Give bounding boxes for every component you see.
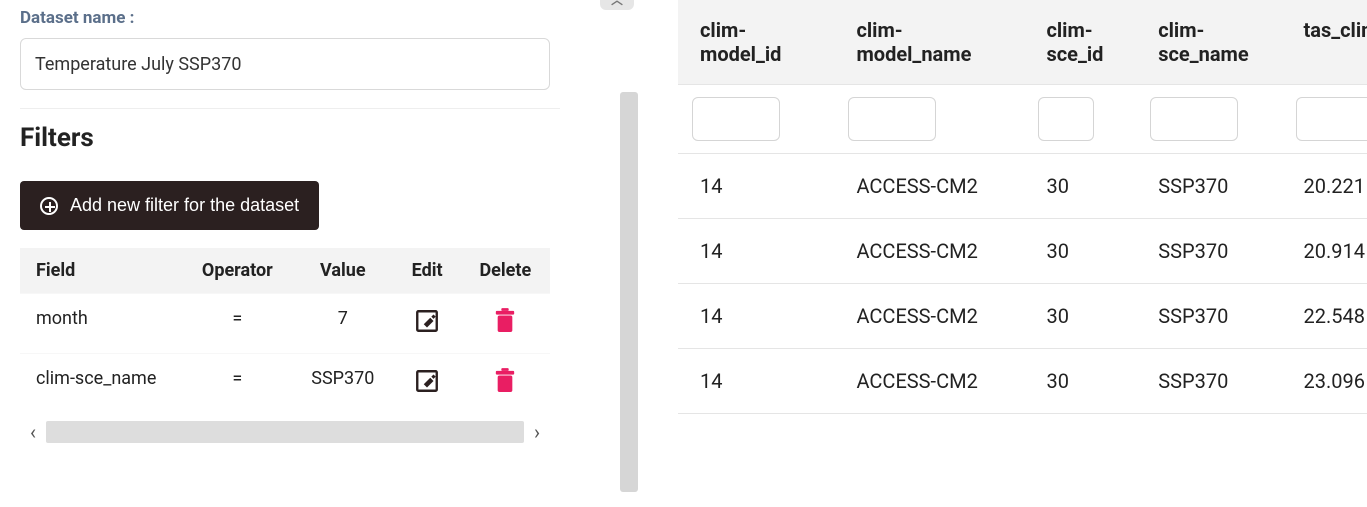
- trash-icon[interactable]: [494, 308, 516, 334]
- cell-clim-sce-name: SSP370: [1136, 219, 1281, 284]
- table-row: 14 ACCESS-CM2 30 SSP370 23.096: [678, 349, 1367, 414]
- filters-header-row: Field Operator Value Edit Delete: [20, 248, 550, 294]
- filter-row: clim-sce_name = SSP370: [20, 354, 550, 414]
- cell-clim-sce-name: SSP370: [1136, 349, 1281, 414]
- edit-icon[interactable]: [414, 308, 440, 334]
- col-clim-sce-name[interactable]: clim-sce_name: [1136, 0, 1281, 85]
- filter-operator: =: [183, 294, 293, 354]
- data-table: clim-model_id clim-model_name clim-sce_i…: [678, 0, 1367, 414]
- dataset-name-label: Dataset name :: [20, 8, 600, 28]
- filters-heading: Filters: [20, 123, 600, 153]
- cell-tas-climate: 20.221: [1282, 154, 1367, 219]
- panel-splitter[interactable]: [620, 0, 642, 507]
- column-filter-input[interactable]: [1150, 97, 1238, 141]
- cell-tas-climate: 23.096: [1282, 349, 1367, 414]
- edit-icon[interactable]: [414, 368, 440, 394]
- section-divider: [20, 108, 560, 109]
- filter-field: month: [20, 294, 183, 354]
- filter-row: month = 7: [20, 294, 550, 354]
- collapse-handle[interactable]: [600, 0, 634, 10]
- column-filter-input[interactable]: [1038, 97, 1094, 141]
- add-filter-button[interactable]: Add new filter for the dataset: [20, 181, 319, 230]
- table-row: 14 ACCESS-CM2 30 SSP370 20.221: [678, 154, 1367, 219]
- config-panel: Dataset name : Temperature July SSP370 F…: [0, 0, 620, 507]
- col-edit: Edit: [394, 248, 461, 294]
- filter-value: SSP370: [292, 354, 393, 414]
- col-delete: Delete: [461, 248, 550, 294]
- column-filter-input[interactable]: [848, 97, 936, 141]
- cell-clim-sce-name: SSP370: [1136, 284, 1281, 349]
- dataset-name-input[interactable]: Temperature July SSP370: [20, 38, 550, 90]
- cell-clim-sce-id: 30: [1024, 349, 1136, 414]
- scroll-left-icon[interactable]: ‹: [20, 420, 46, 444]
- table-row: 14 ACCESS-CM2 30 SSP370 20.914: [678, 219, 1367, 284]
- cell-clim-model-id: 14: [678, 219, 834, 284]
- filter-value: 7: [292, 294, 393, 354]
- col-clim-model-name[interactable]: clim-model_name: [834, 0, 1024, 85]
- chevron-up-down-icon: [608, 0, 626, 8]
- col-field: Field: [20, 248, 183, 294]
- scroll-track[interactable]: [46, 421, 524, 443]
- filter-operator: =: [183, 354, 293, 414]
- data-header-row: clim-model_id clim-model_name clim-sce_i…: [678, 0, 1367, 85]
- cell-clim-model-name: ACCESS-CM2: [834, 154, 1024, 219]
- cell-clim-sce-id: 30: [1024, 219, 1136, 284]
- filters-table: Field Operator Value Edit Delete month =…: [20, 248, 550, 413]
- table-row: 14 ACCESS-CM2 30 SSP370 22.548: [678, 284, 1367, 349]
- cell-tas-climate: 20.914: [1282, 219, 1367, 284]
- add-filter-label: Add new filter for the dataset: [70, 195, 299, 216]
- col-clim-model-id[interactable]: clim-model_id: [678, 0, 834, 85]
- column-filter-input[interactable]: [692, 97, 780, 141]
- cell-clim-model-name: ACCESS-CM2: [834, 284, 1024, 349]
- col-tas-climate[interactable]: tas_climate: [1282, 0, 1367, 85]
- vertical-scrollbar[interactable]: [620, 92, 638, 492]
- horizontal-scrollbar[interactable]: ‹ ›: [20, 417, 550, 447]
- col-clim-sce-id[interactable]: clim-sce_id: [1024, 0, 1136, 85]
- col-value: Value: [292, 248, 393, 294]
- trash-icon[interactable]: [494, 368, 516, 394]
- cell-clim-model-id: 14: [678, 154, 834, 219]
- cell-clim-sce-name: SSP370: [1136, 154, 1281, 219]
- column-filter-row: [678, 85, 1367, 154]
- scroll-right-icon[interactable]: ›: [524, 420, 550, 444]
- cell-clim-sce-id: 30: [1024, 154, 1136, 219]
- cell-clim-model-id: 14: [678, 284, 834, 349]
- col-operator: Operator: [183, 248, 293, 294]
- cell-tas-climate: 22.548: [1282, 284, 1367, 349]
- data-preview-panel: clim-model_id clim-model_name clim-sce_i…: [642, 0, 1367, 507]
- cell-clim-model-name: ACCESS-CM2: [834, 349, 1024, 414]
- cell-clim-model-name: ACCESS-CM2: [834, 219, 1024, 284]
- dataset-name-value: Temperature July SSP370: [35, 54, 241, 75]
- cell-clim-sce-id: 30: [1024, 284, 1136, 349]
- filter-field: clim-sce_name: [20, 354, 183, 414]
- plus-circle-icon: [40, 197, 58, 215]
- cell-clim-model-id: 14: [678, 349, 834, 414]
- column-filter-input[interactable]: [1296, 97, 1367, 141]
